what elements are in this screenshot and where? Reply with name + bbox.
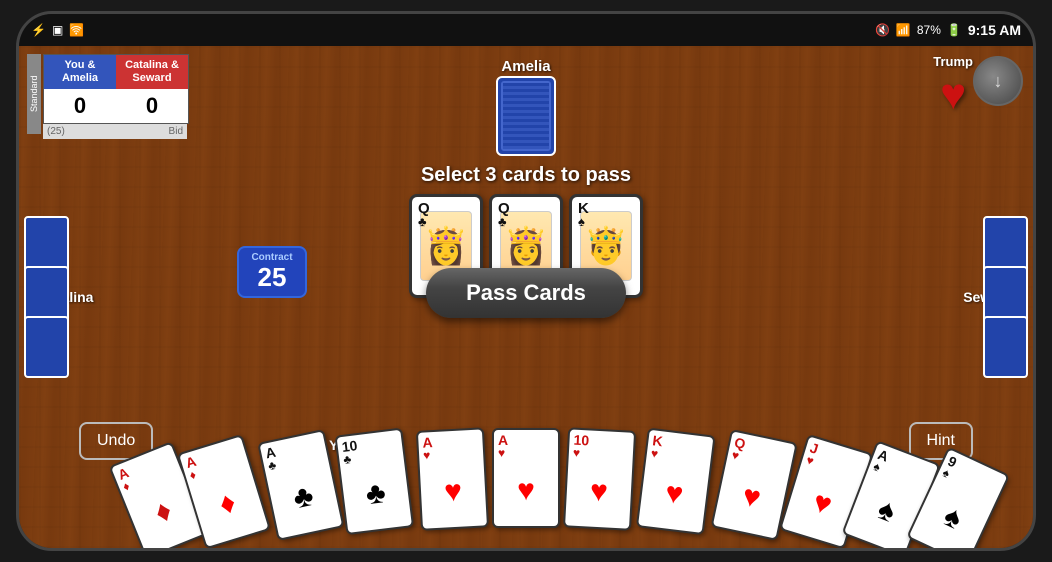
trump-area: Trump ♥ [933,54,973,117]
amelia-cards [496,76,556,156]
hand-card-4[interactable]: 10 ♣ ♣ [334,428,414,536]
card2-suit: ♣ [498,215,507,228]
player-hand: A ♦ ♦ A ♦ ♦ A ♣ ♣ 10 ♣ ♣ [126,428,926,548]
battery-icon: 🔋 [947,23,962,37]
hand-card-7[interactable]: 10 ♥ ♥ [563,427,636,530]
mute-icon: 🔇 [875,23,890,37]
battery-percent: 87% [917,23,941,37]
usb-icon: ⚡ [31,23,46,37]
team2-col: Catalina &Seward 0 [116,55,188,123]
hand-card-6[interactable]: A ♥ ♥ [492,428,560,528]
catalina-cards [24,222,69,372]
catalina-card-3 [24,316,69,378]
amelia-card-back [496,76,556,156]
hand-card-8[interactable]: K ♥ ♥ [636,428,716,536]
score-points: (25) [47,126,65,137]
score-bid: Bid [169,126,183,137]
pass-cards-button[interactable]: Pass Cards [426,268,626,318]
contract-badge: Contract 25 [237,246,307,298]
seward-cards [983,222,1028,372]
team1-name: You &Amelia [44,55,116,89]
phone-frame: ⚡ ▣ 🛜 🔇 📶 87% 🔋 9:15 AM Standard You &Am… [16,11,1036,551]
signal-icon: 📶 [896,23,911,37]
clock: 9:15 AM [968,22,1021,38]
team1-col: You &Amelia 0 [44,55,116,123]
trump-label: Trump [933,54,973,69]
sim-icon: ▣ [52,23,63,37]
select-prompt: Select 3 cards to pass [421,164,631,187]
contract-number: 25 [249,263,295,292]
card3-suit: ♠ [578,215,585,228]
seward-card-3 [983,316,1028,378]
card1-suit: ♣ [418,215,427,228]
game-area: Standard You &Amelia 0 Catalina &Seward … [19,46,1033,548]
team2-score: 0 [116,89,188,123]
team1-score: 0 [44,89,116,123]
player-amelia-label: Amelia [501,58,550,75]
hand-card-5[interactable]: A ♥ ♥ [416,427,489,530]
standard-label: Standard [27,54,41,134]
trump-suit: ♥ [940,73,966,117]
team2-name: Catalina &Seward [116,55,188,89]
scoreboard: Standard You &Amelia 0 Catalina &Seward … [27,54,189,139]
wifi-icon: 🛜 [69,23,84,37]
score-table: You &Amelia 0 Catalina &Seward 0 [43,54,189,124]
direction-button[interactable]: ↓ [973,56,1023,106]
hand-card-3[interactable]: A ♣ ♣ [257,429,344,541]
status-bar: ⚡ ▣ 🛜 🔇 📶 87% 🔋 9:15 AM [19,14,1033,46]
status-right: 🔇 📶 87% 🔋 9:15 AM [875,22,1021,38]
status-left: ⚡ ▣ 🛜 [31,23,84,37]
